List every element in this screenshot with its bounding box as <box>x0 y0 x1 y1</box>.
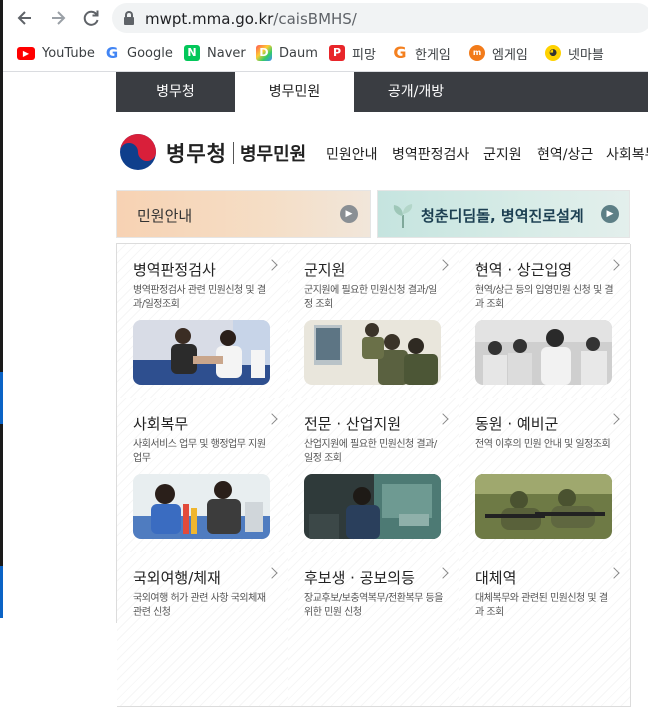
mma-logo-icon[interactable] <box>119 133 157 171</box>
card-description: 병역판정검사 관련 민원신청 및 결과/일정조회 <box>133 285 266 310</box>
chevron-right-icon <box>608 413 620 425</box>
enlistment-photo <box>475 320 612 385</box>
chevron-right-icon <box>266 259 278 271</box>
chevron-right-icon <box>266 567 278 579</box>
social-service-photo <box>133 474 270 539</box>
logo-divider <box>233 142 234 164</box>
card-title: 군지원 <box>304 261 346 279</box>
bookmark-netmarble[interactable]: ◕ 넷마블 <box>545 43 604 63</box>
card-title: 전문 · 산업지원 <box>304 415 402 433</box>
chevron-right-icon <box>437 567 449 579</box>
banner-civil-guide[interactable]: 민원안내 ▶ <box>116 190 371 238</box>
mgame-icon: m <box>469 45 485 61</box>
menu-military-exam[interactable]: 병역판정검사 <box>392 144 469 164</box>
banner-career-design[interactable]: 청춘디딤돌, 병역진로설계 ▶ <box>377 190 630 238</box>
tab-mma[interactable]: 병무청 <box>116 72 235 112</box>
menu-active-duty[interactable]: 현역/상근 <box>537 144 593 164</box>
lock-icon <box>124 11 134 25</box>
exam-photo <box>133 320 270 385</box>
url-text: mwpt.mma.go.kr/caisBMHS/ <box>145 10 357 28</box>
service-card-reserve[interactable]: 동원 · 예비군 전역 이후의 민원 안내 및 일정조회 <box>459 398 631 553</box>
bookmark-daum[interactable]: D Daum <box>256 43 318 63</box>
service-grid: 병역판정검사 병역판정검사 관련 민원신청 및 결과/일정조회 군지원 군지원에… <box>116 243 631 707</box>
sprout-icon <box>390 201 416 229</box>
card-description: 장교후보/보충역복무/전환복무 등을 위한 민원 신청 <box>304 593 443 618</box>
service-card-alternative[interactable]: 대체역 대체복무와 관련된 민원신청 및 결과 조회 <box>459 552 631 707</box>
netmarble-icon: ◕ <box>545 45 561 61</box>
tab-civil-service[interactable]: 병무민원 <box>235 72 354 113</box>
service-card-enlistment[interactable]: 현역 · 상근입영 현역/상근 등의 입영민원 신청 및 결과 조회 <box>459 244 631 399</box>
hangame-icon: G <box>393 43 407 62</box>
desktop-edge <box>0 0 3 618</box>
site-top-nav: 병무청 병무민원 공개/개방 <box>116 72 648 113</box>
menu-volunteer[interactable]: 군지원 <box>483 144 522 164</box>
back-icon[interactable] <box>14 7 36 29</box>
banner-label: 청춘디딤돌, 병역진로설계 <box>421 207 584 225</box>
banner-label: 민원안내 <box>137 207 193 225</box>
card-description: 현역/상근 등의 입영민원 신청 및 결과 조회 <box>475 285 614 310</box>
card-title: 대체역 <box>475 569 517 587</box>
bookmark-mgame[interactable]: m 엠게임 <box>469 43 528 63</box>
address-bar[interactable]: mwpt.mma.go.kr/caisBMHS/ <box>112 3 648 33</box>
service-card-social-service[interactable]: 사회복무 사회서비스 업무 및 행정업무 지원 업무 <box>117 398 289 553</box>
bookmarks-bar: ▶ YouTube G Google N Naver D Daum P 피망 G… <box>3 40 648 66</box>
chevron-right-icon <box>608 567 620 579</box>
card-description: 대체복무와 관련된 민원신청 및 결과 조회 <box>475 593 608 618</box>
browser-chrome: mwpt.mma.go.kr/caisBMHS/ ▶ YouTube G Goo… <box>3 0 648 72</box>
service-card-industry[interactable]: 전문 · 산업지원 산업지원에 필요한 민원신청 결과/일정 조회 <box>288 398 460 553</box>
service-card-overseas[interactable]: 국외여행/체재 국외여행 허가 관련 사항 국외체재 관련 신청 <box>117 552 289 707</box>
card-title: 병역판정검사 <box>133 261 216 279</box>
forward-icon[interactable] <box>47 7 69 29</box>
tab-open-data[interactable]: 공개/개방 <box>354 72 478 112</box>
google-icon: G <box>105 44 119 62</box>
bookmark-youtube[interactable]: ▶ YouTube <box>17 43 95 63</box>
pmang-icon: P <box>329 45 345 61</box>
bookmark-hangame[interactable]: G 한게임 <box>392 43 450 63</box>
service-card-candidate[interactable]: 후보생 · 공보의등 장교후보/보충역복무/전환복무 등을 위한 민원 신청 <box>288 552 460 707</box>
card-title: 동원 · 예비군 <box>475 415 559 433</box>
chevron-right-icon <box>608 259 620 271</box>
logo-subtitle[interactable]: 병무민원 <box>240 140 306 166</box>
reload-icon[interactable] <box>80 7 102 29</box>
service-card-exam[interactable]: 병역판정검사 병역판정검사 관련 민원신청 및 결과/일정조회 <box>117 244 289 399</box>
industry-photo <box>304 474 441 539</box>
daum-icon: D <box>256 45 272 61</box>
chevron-right-icon <box>437 413 449 425</box>
logo-text[interactable]: 병무청 <box>166 138 227 168</box>
bookmark-google[interactable]: G Google <box>104 43 173 63</box>
naver-icon: N <box>184 45 200 61</box>
bookmark-naver[interactable]: N Naver <box>184 43 246 63</box>
card-title: 국외여행/체재 <box>133 569 221 587</box>
menu-civil-guide[interactable]: 민원안내 <box>326 144 378 164</box>
card-description: 전역 이후의 민원 안내 및 일정조회 <box>475 439 611 450</box>
card-description: 사회서비스 업무 및 행정업무 지원 업무 <box>133 439 266 464</box>
card-title: 현역 · 상근입영 <box>475 261 573 279</box>
menu-social-service[interactable]: 사회복무 <box>606 144 648 164</box>
card-title: 후보생 · 공보의등 <box>304 569 415 587</box>
chevron-right-icon <box>437 259 449 271</box>
arrow-right-icon: ▶ <box>340 205 358 223</box>
volunteer-photo <box>304 320 441 385</box>
arrow-right-icon: ▶ <box>601 205 619 223</box>
chevron-right-icon <box>266 413 278 425</box>
reserve-photo <box>475 474 612 539</box>
card-description: 군지원에 필요한 민원신청 결과/일정 조회 <box>304 285 437 310</box>
card-description: 국외여행 허가 관련 사항 국외체재 관련 신청 <box>133 593 266 618</box>
card-description: 산업지원에 필요한 민원신청 결과/일정 조회 <box>304 439 437 464</box>
card-title: 사회복무 <box>133 415 189 433</box>
bookmark-pmang[interactable]: P 피망 <box>329 43 376 63</box>
service-card-volunteer[interactable]: 군지원 군지원에 필요한 민원신청 결과/일정 조회 <box>288 244 460 399</box>
youtube-icon: ▶ <box>17 46 35 60</box>
